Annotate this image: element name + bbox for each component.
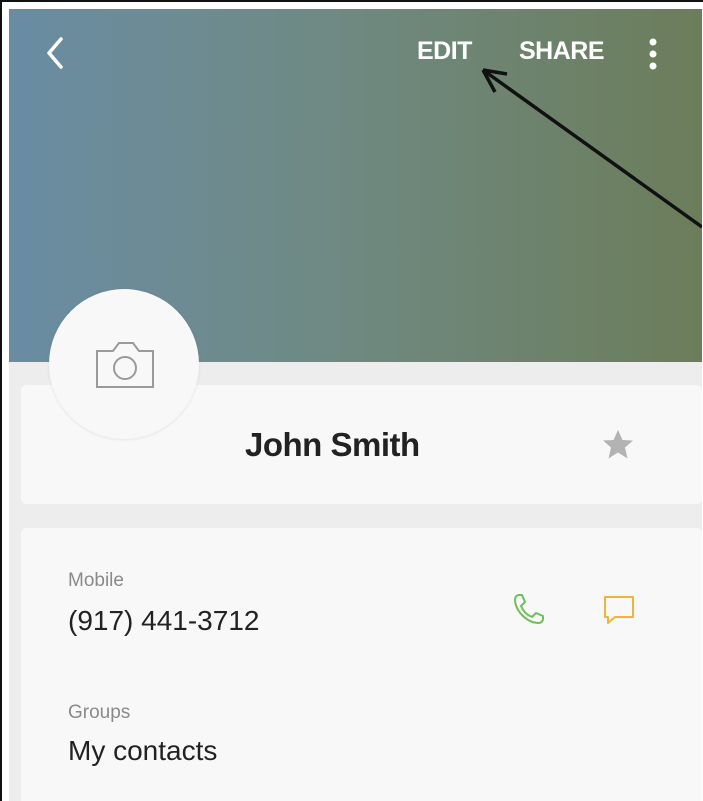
mobile-number[interactable]: (917) 441-3712: [68, 605, 259, 637]
share-button[interactable]: SHARE: [519, 37, 605, 66]
phone-icon[interactable]: [509, 589, 549, 629]
contact-name: John Smith: [245, 426, 420, 463]
chevron-left-icon[interactable]: [39, 33, 69, 73]
groups-value[interactable]: My contacts: [68, 735, 217, 767]
star-icon[interactable]: [600, 427, 636, 463]
edit-button[interactable]: EDIT: [417, 37, 472, 66]
image-border-left: [0, 0, 2, 801]
message-icon[interactable]: [599, 589, 639, 629]
groups-label: Groups: [68, 702, 131, 723]
more-vertical-icon[interactable]: [645, 34, 661, 74]
contact-detail-screen: EDIT SHARE John Smith Mobile (917) 441-3…: [9, 9, 702, 801]
avatar[interactable]: [49, 289, 199, 439]
mobile-label: Mobile: [68, 570, 124, 591]
camera-icon: [96, 342, 154, 388]
image-border-top: [0, 0, 703, 2]
